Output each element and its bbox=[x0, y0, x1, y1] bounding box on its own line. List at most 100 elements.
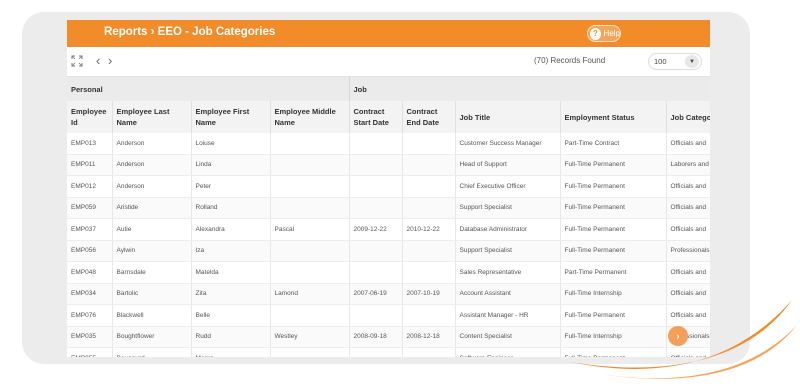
table-cell: Officials and bbox=[666, 261, 710, 284]
expand-icon[interactable] bbox=[71, 55, 83, 67]
group-header-job: Job bbox=[349, 77, 710, 101]
table-cell: Bougourd bbox=[112, 347, 192, 357]
column-header[interactable]: Employee First Name bbox=[191, 101, 271, 133]
column-header[interactable]: Contract End Date bbox=[402, 101, 456, 133]
table-cell: Part-Time Permanent bbox=[560, 261, 667, 284]
help-label: Help bbox=[603, 29, 620, 38]
page-size-select[interactable]: 100 ▼ bbox=[648, 53, 702, 70]
table-cell: Full-Time Permanent bbox=[560, 175, 667, 198]
table-cell bbox=[349, 240, 403, 262]
table-cell: Westley bbox=[270, 326, 350, 348]
table-row[interactable]: EMP012 Anderson Peter Chief Executive Offic… bbox=[67, 175, 710, 198]
table-cell: Content Specialist bbox=[455, 326, 561, 348]
table-cell: Database Administrator bbox=[455, 218, 561, 241]
table-cell: 2009-12-22 bbox=[349, 218, 403, 241]
table-cell: Zita bbox=[191, 283, 271, 305]
table-cell: Monro bbox=[191, 347, 271, 357]
column-header[interactable]: Employee Middle Name bbox=[270, 101, 350, 133]
table-cell: Boughtflower bbox=[112, 326, 192, 348]
table-cell bbox=[349, 261, 403, 284]
table-cell: 2010-12-22 bbox=[402, 218, 456, 241]
table-cell: EMP037 bbox=[67, 218, 113, 241]
table-cell bbox=[349, 175, 403, 198]
table-cell: EMP056 bbox=[67, 240, 113, 262]
table-cell: Anderson bbox=[112, 154, 192, 176]
table-cell: EMP048 bbox=[67, 261, 113, 284]
table-row[interactable]: EMP059 Aristide Rolland Support Specialist F… bbox=[67, 197, 710, 219]
table-row[interactable]: EMP011 Anderson Linda Head of Support Full-T… bbox=[67, 154, 710, 176]
table-cell: Part-Time Contract bbox=[560, 133, 667, 155]
table-cell: Officials and bbox=[666, 197, 710, 219]
table-row[interactable]: EMP056 Aylwin Iza Support Specialist Full-Ti… bbox=[67, 240, 710, 262]
chevron-down-icon: ▼ bbox=[685, 55, 699, 68]
table-cell: Head of Support bbox=[455, 154, 561, 176]
table-cell bbox=[270, 133, 350, 155]
table-cell: Anderson bbox=[112, 133, 192, 155]
help-button[interactable]: ? Help bbox=[587, 25, 621, 42]
table-cell: Anderson bbox=[112, 175, 192, 198]
table-cell: EMP013 bbox=[67, 133, 113, 155]
table-cell: Rolland bbox=[191, 197, 271, 219]
table-cell: Assistant Manager - HR bbox=[455, 304, 561, 327]
table-cell: Aylwin bbox=[112, 240, 192, 262]
group-header-personal: Personal bbox=[67, 77, 350, 101]
page-size-value: 100 bbox=[654, 57, 667, 66]
table-cell: Bartolic bbox=[112, 283, 192, 305]
report-header: Reports › EEO - Job Categories ? Help bbox=[67, 20, 710, 47]
table-cell: Sales Representative bbox=[455, 261, 561, 284]
table-cell: Full-Time Permanent bbox=[560, 240, 667, 262]
records-count: (70) Records Found bbox=[534, 56, 606, 65]
table-cell: Linda bbox=[191, 154, 271, 176]
table-cell bbox=[402, 261, 456, 284]
table-cell: EMP055 bbox=[67, 347, 113, 357]
column-header[interactable]: Job Title bbox=[455, 101, 561, 133]
table-cell bbox=[402, 175, 456, 198]
table-cell: Matelda bbox=[191, 261, 271, 284]
table-cell: Professionals bbox=[666, 240, 710, 262]
table-cell: 2007-10-19 bbox=[402, 283, 456, 305]
column-header[interactable]: Job Catego bbox=[666, 101, 710, 133]
table-cell: Loiuse bbox=[191, 133, 271, 155]
table-cell bbox=[349, 154, 403, 176]
table-cell: Barnsdale bbox=[112, 261, 192, 284]
column-header[interactable]: Employment Status bbox=[560, 101, 667, 133]
table-row[interactable]: EMP037 Autie Alexandra Pascal 2009-12-22 2010… bbox=[67, 218, 710, 241]
table-cell: Account Assistant bbox=[455, 283, 561, 305]
table-cell bbox=[270, 261, 350, 284]
table-cell: EMP034 bbox=[67, 283, 113, 305]
table-row[interactable]: EMP048 Barnsdale Matelda Sales Representati… bbox=[67, 261, 710, 284]
column-header[interactable]: Contract Start Date bbox=[349, 101, 403, 133]
table-cell: Lamond bbox=[270, 283, 350, 305]
table-cell bbox=[349, 304, 403, 327]
question-icon: ? bbox=[590, 27, 601, 40]
column-header[interactable]: Employee Id bbox=[67, 101, 113, 133]
table-row[interactable]: EMP013 Anderson Loiuse Customer Success Man… bbox=[67, 133, 710, 155]
report-toolbar: ‹ › (70) Records Found 100 ▼ bbox=[67, 47, 710, 77]
table-cell: EMP076 bbox=[67, 304, 113, 327]
scroll-left-icon[interactable]: ‹ bbox=[96, 53, 100, 68]
table-cell: Full-Time Permanent bbox=[560, 197, 667, 219]
table-cell: Rudd bbox=[191, 326, 271, 348]
table-cell: 2008-12-18 bbox=[402, 326, 456, 348]
table-cell bbox=[270, 197, 350, 219]
table-cell: Officials and bbox=[666, 133, 710, 155]
table-cell: EMP012 bbox=[67, 175, 113, 198]
table-cell: Chief Executive Officer bbox=[455, 175, 561, 198]
scroll-right-icon[interactable]: › bbox=[108, 53, 112, 68]
table-cell bbox=[402, 240, 456, 262]
table-cell: Blackwell bbox=[112, 304, 192, 327]
table-cell bbox=[270, 154, 350, 176]
page-title: Reports › EEO - Job Categories bbox=[104, 26, 276, 38]
table-cell: Support Specialist bbox=[455, 240, 561, 262]
table-cell: Full-Time Permanent bbox=[560, 154, 667, 176]
table-cell bbox=[402, 133, 456, 155]
table-cell: Officials and bbox=[666, 218, 710, 241]
table-cell: Laborers and bbox=[666, 154, 710, 176]
table-cell: Full-Time Permanent bbox=[560, 218, 667, 241]
table-cell bbox=[402, 304, 456, 327]
column-header[interactable]: Employee Last Name bbox=[112, 101, 192, 133]
table-cell bbox=[402, 154, 456, 176]
table-cell: Support Specialist bbox=[455, 197, 561, 219]
table-cell bbox=[270, 240, 350, 262]
table-cell: Alexandra bbox=[191, 218, 271, 241]
